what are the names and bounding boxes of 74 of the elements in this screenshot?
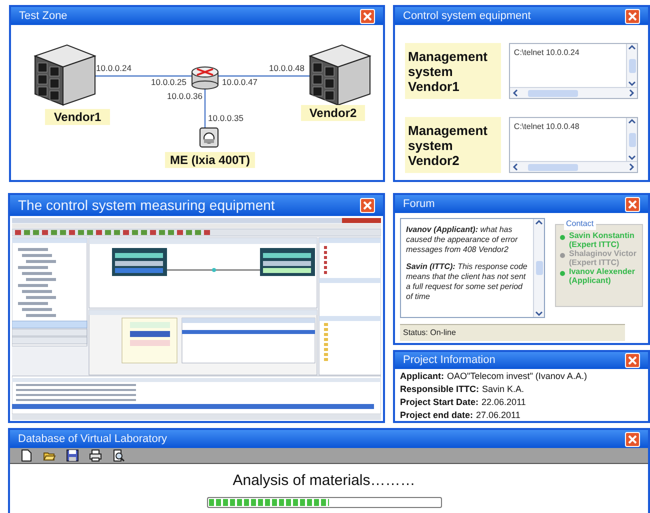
field-label: Applicant: — [400, 370, 444, 382]
system-label: Management system Vendor2 — [405, 117, 501, 173]
scroll-up-icon[interactable] — [535, 219, 543, 225]
ip-address-label: 10.0.0.47 — [222, 77, 258, 87]
close-button[interactable] — [360, 198, 375, 213]
scroll-down-icon[interactable] — [628, 155, 636, 161]
field-label: Project end date: — [400, 408, 474, 422]
panel-title: The control system measuring equipment — [18, 196, 275, 215]
print-preview-icon[interactable] — [112, 449, 125, 462]
close-icon[interactable] — [363, 201, 372, 210]
close-button[interactable] — [625, 432, 640, 446]
scroll-down-icon[interactable] — [628, 81, 636, 87]
scroll-thumb[interactable] — [628, 132, 636, 146]
console-field[interactable]: C:\telnet 10.0.0.24 — [508, 43, 638, 99]
scroll-left-icon[interactable] — [512, 163, 518, 171]
system-label: Management system Vendor1 — [405, 43, 501, 99]
field-value: 27.06.2011 — [476, 408, 520, 422]
console-text: C:\telnet 10.0.0.48 — [512, 121, 580, 133]
ip-address-label: 10.0.0.35 — [208, 113, 244, 123]
close-icon[interactable] — [363, 12, 372, 20]
scrollbar[interactable] — [510, 161, 637, 172]
server-icon — [308, 44, 372, 106]
scrollbar[interactable] — [626, 44, 637, 87]
field-value: 22.06.2011 — [482, 396, 526, 408]
close-icon[interactable] — [628, 200, 637, 208]
scrollbar[interactable] — [626, 118, 637, 161]
panel-title: Project Information — [403, 353, 496, 368]
scroll-left-icon[interactable] — [512, 89, 518, 97]
console-text: C:\telnet 10.0.0.24 — [512, 47, 580, 59]
ip-address-label: 10.0.0.24 — [96, 63, 132, 73]
ip-address-label: 10.0.0.48 — [269, 63, 304, 73]
server-icon — [34, 44, 96, 106]
console-field[interactable]: C:\telnet 10.0.0.48 — [508, 117, 638, 173]
field-label: Responsible ITTC: — [400, 382, 480, 396]
node-label: ME (Ixia 400T) — [165, 152, 255, 168]
close-icon[interactable] — [628, 356, 637, 365]
scroll-thumb[interactable] — [528, 164, 578, 170]
contact-legend: Contact — [564, 218, 596, 230]
device-icon — [200, 128, 218, 148]
scroll-thumb[interactable] — [628, 58, 636, 72]
forum-message: Savin (ITTC): This response code means that the client has not sent a full request for some set period of time — [406, 262, 528, 302]
scroll-up-icon[interactable] — [628, 118, 636, 124]
scroll-down-icon[interactable] — [535, 311, 543, 317]
ip-address-label: 10.0.0.36 — [167, 91, 202, 101]
scrollbar[interactable] — [533, 219, 544, 317]
scroll-right-icon[interactable] — [628, 89, 635, 97]
panel-title: Test Zone — [19, 8, 68, 24]
scroll-up-icon[interactable] — [628, 44, 636, 50]
close-button[interactable] — [625, 8, 640, 24]
save-icon[interactable] — [66, 449, 79, 462]
scroll-thumb[interactable] — [528, 90, 578, 96]
panel-title: Control system equipment — [403, 8, 531, 24]
panel-title: Forum — [403, 196, 435, 212]
scroll-thumb[interactable] — [536, 261, 542, 275]
message-box[interactable]: Ivanov (Applicant): what has caused the appearance of error messages from 408 Vendor2 Savin (ITTC): This response code means that the client has not sent a full request for some set period of time — [400, 218, 545, 318]
close-icon[interactable] — [628, 12, 637, 20]
close-button[interactable] — [625, 352, 640, 368]
field-value: OAO"Telecom invest" (Ivanov A.A.) — [447, 370, 587, 382]
close-button[interactable] — [625, 196, 640, 212]
close-icon[interactable] — [628, 434, 637, 444]
scrollbar[interactable] — [510, 87, 637, 98]
close-button[interactable] — [360, 8, 375, 24]
node-label: Vendor2 — [301, 105, 365, 121]
forum-message: Ivanov (Applicant): what has caused the appearance of error messages from 408 Vendor2 — [406, 225, 519, 255]
scroll-right-icon[interactable] — [628, 163, 635, 171]
status-message: Analysis of materials……… — [232, 471, 416, 491]
panel-title: Database of Virtual Laboratory — [18, 432, 167, 447]
status-bar: Status: On-line — [400, 324, 625, 341]
field-value: Savin K.A. — [482, 382, 524, 396]
print-icon[interactable] — [89, 449, 102, 462]
node-label: Vendor1 — [45, 109, 110, 125]
ip-address-label: 10.0.0.25 — [151, 77, 186, 87]
router-icon — [192, 66, 218, 90]
field-label: Project Start Date: — [400, 396, 479, 408]
